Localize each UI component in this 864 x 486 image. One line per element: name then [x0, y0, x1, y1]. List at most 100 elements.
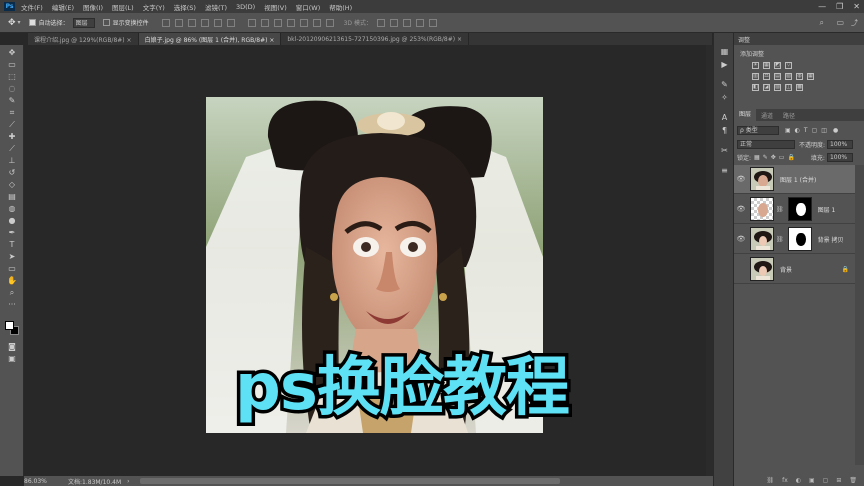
- new-group-icon[interactable]: ▢: [823, 477, 829, 484]
- mask-link-icon[interactable]: ⛓: [776, 206, 784, 213]
- menu-3d[interactable]: 3D(D): [236, 3, 255, 11]
- properties-icon[interactable]: ≡: [720, 166, 729, 175]
- menu-select[interactable]: 选择(S): [174, 2, 196, 12]
- show-transform-checkbox[interactable]: [102, 19, 110, 26]
- levels-adjust-icon[interactable]: ▦: [763, 62, 770, 69]
- 3d-slide-icon[interactable]: [415, 18, 424, 27]
- close-button[interactable]: ✕: [853, 2, 860, 11]
- black-white-adjust-icon[interactable]: ▧: [785, 73, 792, 80]
- eraser-tool-icon[interactable]: ◇: [6, 180, 18, 189]
- canvas-vertical-scrollbar[interactable]: [706, 45, 713, 476]
- menu-layer[interactable]: 图层(L): [112, 2, 134, 12]
- filter-toggle-icon[interactable]: ●: [833, 127, 838, 134]
- crop-tool-icon[interactable]: ⌗: [6, 108, 18, 117]
- invert-adjust-icon[interactable]: ◧: [752, 84, 759, 91]
- color-balance-adjust-icon[interactable]: ▤: [774, 73, 781, 80]
- menu-filter[interactable]: 滤镜(T): [205, 2, 227, 12]
- menu-edit[interactable]: 编辑(E): [52, 2, 74, 12]
- brush-tool-icon[interactable]: ⟋: [6, 144, 18, 153]
- add-mask-icon[interactable]: ◐: [796, 477, 801, 484]
- vibrance-adjust-icon[interactable]: ▥: [752, 73, 759, 80]
- brightness-adjust-icon[interactable]: ☀: [752, 62, 759, 69]
- 3d-drag-icon[interactable]: [402, 18, 411, 27]
- foreground-color-swatch[interactable]: [5, 321, 14, 330]
- history-brush-icon[interactable]: ↺: [6, 168, 18, 177]
- selective-color-adjust-icon[interactable]: ▩: [796, 84, 803, 91]
- marquee-tool-icon[interactable]: ⬚: [6, 72, 18, 81]
- hue-saturation-adjust-icon[interactable]: ⚖: [763, 73, 770, 80]
- 3d-scale-icon[interactable]: [428, 18, 437, 27]
- auto-select-checkbox[interactable]: [28, 19, 36, 26]
- fill-input[interactable]: 100%: [826, 152, 853, 162]
- distribute-left-icon[interactable]: [286, 18, 295, 27]
- artboard-tool-icon[interactable]: ▭: [6, 60, 18, 69]
- tab-paths[interactable]: 路径: [778, 111, 800, 120]
- gradient-tool-icon[interactable]: ▤: [6, 192, 18, 201]
- layer-style-icon[interactable]: fx: [782, 477, 788, 484]
- tool-preset-chevron-icon[interactable]: ▾: [18, 19, 21, 26]
- dodge-tool-icon[interactable]: ●: [6, 216, 18, 225]
- layer-name[interactable]: 背景 拷贝: [818, 235, 844, 244]
- filter-type-icon[interactable]: T: [804, 127, 808, 134]
- filter-shape-icon[interactable]: ▢: [812, 127, 818, 134]
- visibility-eye-icon[interactable]: 👁: [734, 175, 748, 183]
- filter-smart-icon[interactable]: ◫: [821, 127, 827, 134]
- zoom-level[interactable]: 86.03%: [24, 478, 66, 485]
- photo-filter-adjust-icon[interactable]: ◍: [796, 73, 803, 80]
- distribute-hcenter-icon[interactable]: [299, 18, 308, 27]
- delete-layer-icon[interactable]: 🗑: [849, 477, 857, 484]
- layer-row-bg-copy[interactable]: 👁 ⛓ 背景 拷贝: [734, 225, 855, 254]
- paragraph-icon[interactable]: ¶: [720, 126, 729, 135]
- lock-image-icon[interactable]: ✎: [763, 154, 768, 161]
- visibility-eye-icon[interactable]: 👁: [734, 235, 748, 243]
- workspace-icon[interactable]: ▭: [836, 18, 844, 27]
- adjustments-tab[interactable]: 调整: [738, 35, 750, 44]
- distribute-bottom-icon[interactable]: [273, 18, 282, 27]
- 3d-rotate-icon[interactable]: [376, 18, 385, 27]
- minimize-button[interactable]: —: [818, 2, 826, 11]
- tab-bainiangzi[interactable]: 白娘子.jpg @ 86% (图层 1 (合并), RGB/8#) ×: [138, 33, 282, 45]
- posterize-adjust-icon[interactable]: ◪: [763, 84, 770, 91]
- layer-name[interactable]: 背景: [780, 265, 792, 274]
- quick-mask-icon[interactable]: ◙: [6, 342, 18, 351]
- layer-row-merged[interactable]: 👁 图层 1 (合并): [734, 165, 855, 194]
- auto-align-icon[interactable]: [325, 18, 334, 27]
- tab-course-intro[interactable]: 课程介绍.jpg @ 129%(RGB/8#) ×: [28, 33, 139, 45]
- opacity-input[interactable]: 100%: [827, 139, 854, 149]
- tool-presets-icon[interactable]: ✎: [720, 80, 729, 89]
- distribute-right-icon[interactable]: [312, 18, 321, 27]
- align-vcenter-icon[interactable]: [174, 18, 183, 27]
- type-tool-icon[interactable]: T: [6, 240, 18, 249]
- lasso-tool-icon[interactable]: ◌: [6, 84, 18, 93]
- stamp-tool-icon[interactable]: ⊥: [6, 156, 18, 165]
- align-top-icon[interactable]: [161, 18, 170, 27]
- menu-window[interactable]: 窗口(W): [296, 2, 321, 12]
- screen-mode-icon[interactable]: ▣: [6, 354, 18, 363]
- layer-row-layer1[interactable]: 👁 ⛓ 图层 1: [734, 195, 855, 224]
- more-tools-icon[interactable]: ···: [6, 300, 18, 309]
- layer-mask-thumbnail[interactable]: [787, 227, 812, 251]
- lock-all-icon[interactable]: 🔒: [787, 154, 794, 161]
- filter-pixel-icon[interactable]: ▣: [785, 127, 791, 134]
- layer-filter-dropdown[interactable]: ρ 类型: [737, 125, 779, 135]
- menu-view[interactable]: 视图(V): [264, 2, 287, 12]
- menu-file[interactable]: 文件(F): [21, 2, 43, 12]
- new-layer-icon[interactable]: ⊞: [836, 477, 841, 484]
- align-right-icon[interactable]: [226, 18, 235, 27]
- menu-type[interactable]: 文字(Y): [143, 2, 165, 12]
- move-tool-icon[interactable]: ✥: [8, 18, 16, 28]
- align-left-icon[interactable]: [200, 18, 209, 27]
- shape-tool-icon[interactable]: ▭: [6, 264, 18, 273]
- layers-scrollbar[interactable]: [855, 165, 864, 465]
- share-icon[interactable]: ⤴: [851, 18, 858, 28]
- exposure-adjust-icon[interactable]: ▽: [785, 62, 792, 69]
- new-adjustment-icon[interactable]: ▣: [809, 477, 815, 484]
- path-select-icon[interactable]: ➤: [6, 252, 18, 261]
- brushes-icon[interactable]: ✧: [720, 93, 729, 102]
- tab-layers[interactable]: 图层: [734, 109, 757, 121]
- align-bottom-icon[interactable]: [187, 18, 196, 27]
- channel-mixer-adjust-icon[interactable]: ▦: [807, 73, 814, 80]
- zoom-tool-icon[interactable]: ⌕: [6, 288, 18, 297]
- layer-name[interactable]: 图层 1: [818, 205, 836, 214]
- lock-transparent-icon[interactable]: ▦: [754, 154, 760, 161]
